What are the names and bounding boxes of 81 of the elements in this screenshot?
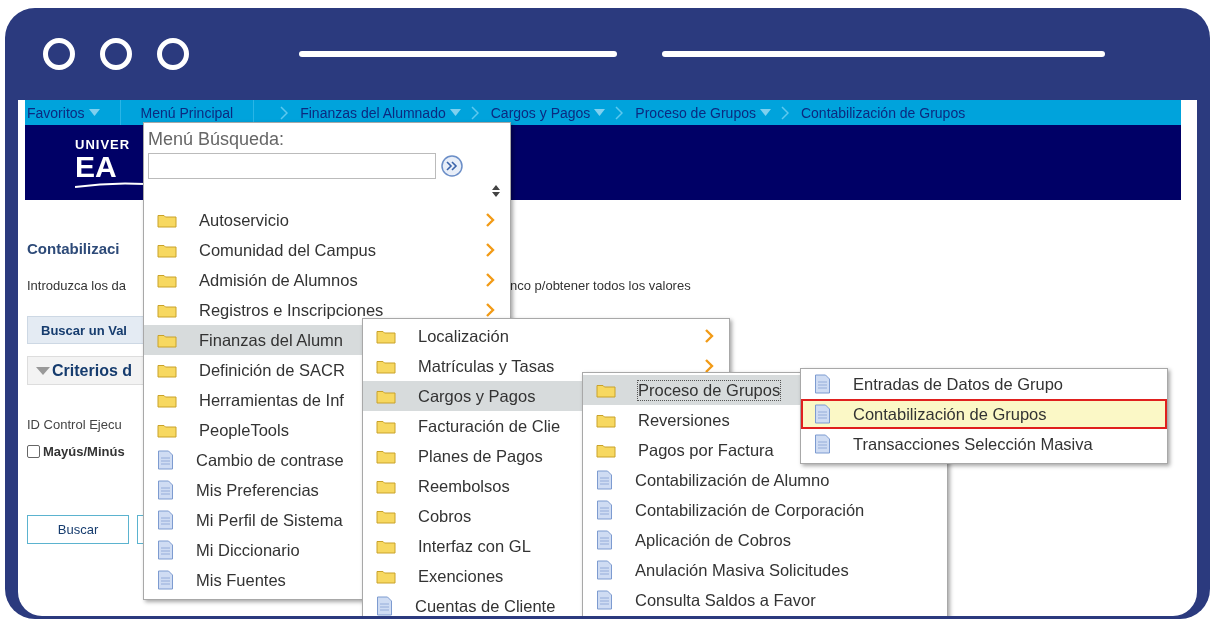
chevron-icon bbox=[485, 272, 495, 288]
folder-icon bbox=[596, 442, 616, 458]
folder-icon bbox=[376, 508, 396, 524]
chevron-icon bbox=[485, 212, 495, 228]
page-icon bbox=[596, 560, 613, 580]
folder-icon bbox=[157, 272, 177, 288]
page-icon bbox=[596, 590, 613, 610]
section-header[interactable]: Criterios d bbox=[27, 356, 145, 385]
instructions-text: nco p/obtener todos los valores bbox=[510, 278, 691, 295]
folder-icon bbox=[376, 328, 396, 344]
folder-icon bbox=[157, 332, 177, 348]
menu-item[interactable]: Contabilización de Grupos bbox=[801, 399, 1167, 429]
menu-item[interactable]: Anulación Masiva Solicitudes bbox=[583, 555, 947, 585]
page-icon bbox=[157, 540, 174, 560]
breadcrumb-link[interactable]: Contabilización de Grupos bbox=[798, 104, 968, 121]
caret-icon bbox=[449, 109, 461, 116]
folder-icon bbox=[376, 418, 396, 434]
folder-icon bbox=[376, 538, 396, 554]
page-icon bbox=[376, 596, 393, 616]
caret-icon bbox=[759, 109, 771, 116]
page-title: Contabilizaci bbox=[27, 240, 120, 259]
window-dot-icon bbox=[157, 38, 189, 70]
folder-icon bbox=[376, 388, 396, 404]
chevron-icon bbox=[780, 105, 789, 120]
folder-icon bbox=[596, 382, 616, 398]
checkbox[interactable] bbox=[27, 445, 40, 458]
logo-text: EA bbox=[75, 151, 117, 182]
breadcrumb-link[interactable]: Menú Principal bbox=[138, 104, 236, 121]
chevron-icon bbox=[280, 105, 289, 120]
folder-icon bbox=[376, 448, 396, 464]
search-tab[interactable]: Buscar un Val bbox=[27, 316, 145, 344]
folder-icon bbox=[376, 478, 396, 494]
chevron-icon bbox=[485, 242, 495, 258]
menu-item[interactable]: Transacciones Selección Masiva bbox=[801, 429, 1167, 459]
menu-item[interactable]: Contabilización de Alumno bbox=[583, 465, 947, 495]
page-icon bbox=[596, 500, 613, 520]
page-icon bbox=[157, 510, 174, 530]
window-dot-icon bbox=[100, 38, 132, 70]
folder-icon bbox=[376, 568, 396, 584]
folder-icon bbox=[157, 302, 177, 318]
checkbox-label: Mayús/Minús bbox=[43, 444, 125, 459]
menu-item[interactable]: Admisión de Alumnos bbox=[144, 265, 510, 295]
caret-icon bbox=[88, 109, 100, 116]
folder-icon bbox=[157, 242, 177, 258]
page-icon bbox=[157, 480, 174, 500]
folder-icon bbox=[157, 362, 177, 378]
folder-icon bbox=[157, 212, 177, 228]
logo-text: UNIVER bbox=[75, 137, 131, 152]
menu-item[interactable]: Consulta Saldos a Favor bbox=[583, 585, 947, 615]
chevron-icon bbox=[470, 105, 479, 120]
menu-item[interactable]: Comunidad del Campus bbox=[144, 235, 510, 265]
breadcrumb-link[interactable]: Cargos y Pagos bbox=[488, 104, 608, 121]
page-icon bbox=[814, 434, 831, 454]
caret-icon bbox=[594, 109, 606, 116]
page-icon bbox=[596, 470, 613, 490]
breadcrumb-link[interactable]: Proceso de Grupos bbox=[633, 104, 773, 121]
folder-icon bbox=[376, 358, 396, 374]
go-icon[interactable] bbox=[440, 154, 464, 178]
page-icon bbox=[157, 570, 174, 590]
menu-item[interactable]: Autoservicio bbox=[144, 205, 510, 235]
sort-icon[interactable] bbox=[492, 185, 500, 197]
folder-icon bbox=[157, 422, 177, 438]
page-icon bbox=[814, 404, 831, 424]
search-button[interactable]: Buscar bbox=[27, 515, 129, 544]
menu-item[interactable]: Contabilización de Corporación bbox=[583, 495, 947, 525]
window-dot-icon bbox=[43, 38, 75, 70]
search-label: Menú Búsqueda: bbox=[148, 129, 286, 150]
page-icon bbox=[157, 450, 174, 470]
menu-item[interactable]: Aplicación de Cobros bbox=[583, 525, 947, 555]
triangle-icon bbox=[36, 365, 50, 376]
breadcrumb-link[interactable]: Finanzas del Alumnado bbox=[298, 104, 463, 121]
breadcrumb-link[interactable]: Favoritos bbox=[25, 104, 102, 121]
field-label: ID Control Ejecu bbox=[27, 417, 122, 432]
chevron-icon bbox=[615, 105, 624, 120]
page-icon bbox=[814, 374, 831, 394]
instructions-text: Introduzca los da bbox=[27, 278, 126, 295]
page-icon bbox=[596, 530, 613, 550]
search-field[interactable] bbox=[148, 153, 436, 179]
chevron-icon bbox=[485, 302, 495, 318]
folder-icon bbox=[157, 392, 177, 408]
chevron-icon bbox=[704, 328, 714, 344]
